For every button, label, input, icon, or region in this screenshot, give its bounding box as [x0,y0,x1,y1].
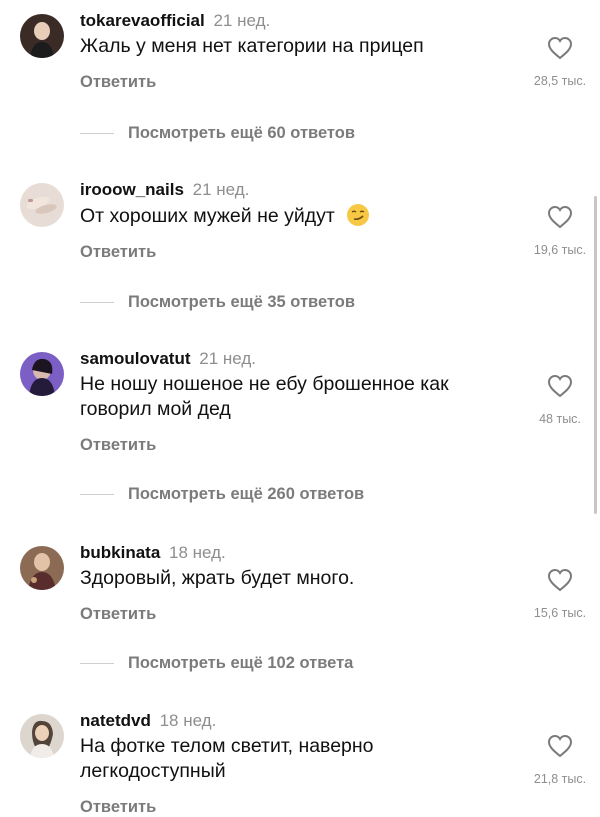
view-more-label: Посмотреть ещё 102 ответа [128,653,354,672]
view-more-label: Посмотреть ещё 60 ответов [128,123,355,142]
heart-outline-icon[interactable] [547,568,573,592]
view-more-replies[interactable]: Посмотреть ещё 260 ответов [80,484,364,504]
comment-username[interactable]: iroоow_nails [80,180,184,199]
comment-text: На фотке телом светит, наверно легкодост… [80,734,520,784]
comment-text-line: На фотке телом светит, наверно [80,735,374,757]
comment-text-line: легкодоступный [80,760,226,782]
avatar-image [20,352,64,396]
heart-outline-icon[interactable] [547,205,573,229]
avatar[interactable] [20,183,64,227]
view-more-label: Посмотреть ещё 35 ответов [128,292,355,311]
heart-outline-icon[interactable] [547,734,573,758]
like-count: 48 тыс. [539,412,581,426]
avatar[interactable] [20,352,64,396]
comment-username[interactable]: bubkinata [80,543,160,562]
like-count: 19,6 тыс. [533,243,587,257]
like-count: 21,8 тыс. [533,772,587,786]
comment-text-content: От хороших мужей не уйдут [80,205,335,227]
avatar[interactable] [20,546,64,590]
reply-button[interactable]: Ответить [80,73,156,92]
divider-line [80,301,114,303]
like-count: 28,5 тыс. [533,74,587,88]
avatar-image [20,14,64,58]
comment-username[interactable]: tokarevaofficial [80,11,205,30]
comment-text: Жаль у меня нет категории на прицеп [80,35,424,57]
comment-username[interactable]: natetdvd [80,711,151,730]
view-more-label: Посмотреть ещё 260 ответов [128,484,365,503]
divider-line [80,132,114,134]
heart-outline-icon[interactable] [547,374,573,398]
divider-line [80,493,114,495]
view-more-replies[interactable]: Посмотреть ещё 102 ответа [80,653,353,673]
comment-time: 18 нед. [159,711,217,730]
divider-line [80,662,114,664]
avatar[interactable] [20,714,64,758]
heart-outline-icon[interactable] [547,36,573,60]
avatar[interactable] [20,14,64,58]
comment-text-line: говорил мой дед [80,398,231,420]
comment-text: Здоровый, жрать будет много. [80,567,355,589]
comment-time: 21 нед. [192,180,250,199]
view-more-replies[interactable]: Посмотреть ещё 35 ответов [80,292,355,312]
comment-time: 21 нед. [213,11,271,30]
like-count: 15,6 тыс. [533,606,587,620]
reply-button[interactable]: Ответить [80,243,156,262]
scrollbar[interactable] [594,196,597,514]
comment-text: От хороших мужей не уйдут [80,203,520,229]
avatar-image [20,714,64,758]
avatar-image [20,546,64,590]
reply-button[interactable]: Ответить [80,605,156,624]
smirking-face-emoji-icon [347,204,370,226]
view-more-replies[interactable]: Посмотреть ещё 60 ответов [80,123,355,143]
avatar-image [20,183,64,227]
comment-text: Не ношу ношеное не ебу брошенное как гов… [80,372,520,422]
comment-time: 21 нед. [199,349,257,368]
reply-button[interactable]: Ответить [80,436,156,455]
comment-time: 18 нед. [169,543,226,562]
comment-text-line: Не ношу ношеное не ебу брошенное как [80,373,449,395]
reply-button[interactable]: Ответить [80,798,156,817]
comment-username[interactable]: samoulovatut [80,349,191,368]
